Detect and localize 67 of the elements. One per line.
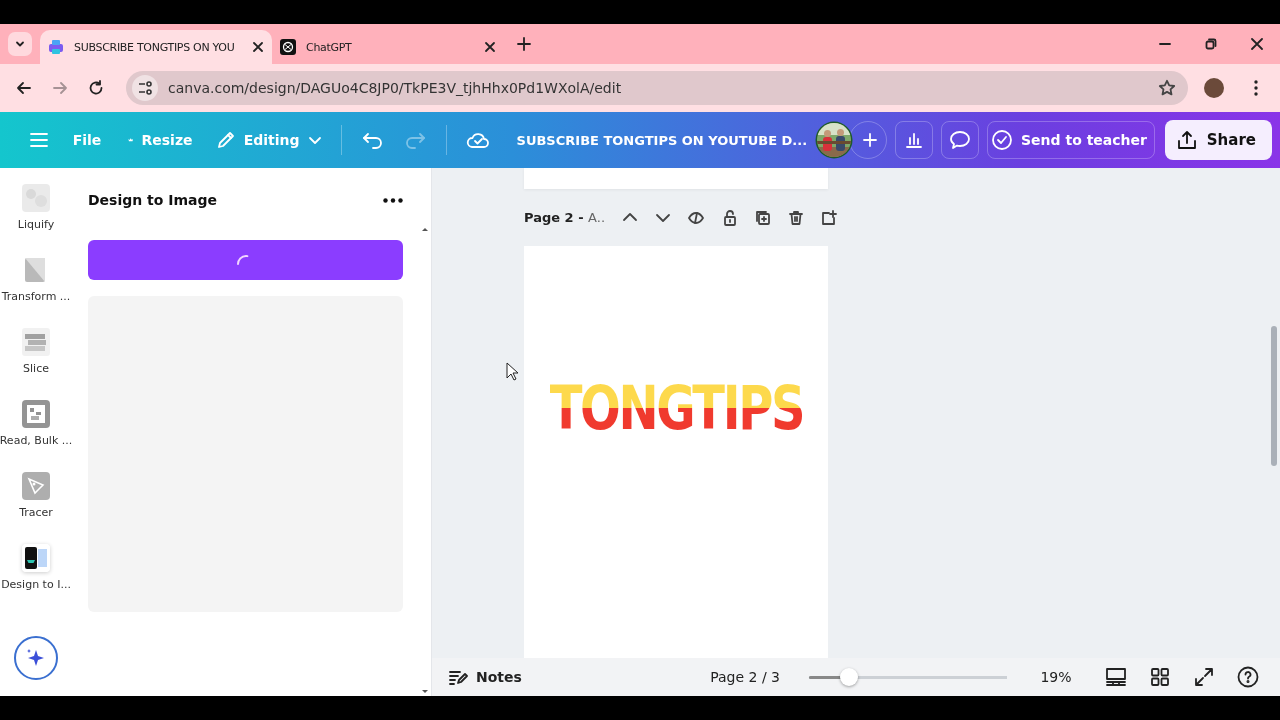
- expand-icon: [1194, 667, 1214, 687]
- forward-arrow-icon: [52, 80, 68, 96]
- close-icon: [1251, 38, 1263, 50]
- scroll-up-icon: [422, 228, 428, 231]
- app-item[interactable]: Liquify: [0, 182, 72, 254]
- app-item[interactable]: Transform ...: [0, 254, 72, 326]
- more-options-button[interactable]: [383, 197, 403, 203]
- close-icon: [252, 41, 264, 53]
- help-icon: [1237, 666, 1259, 688]
- browser-tab[interactable]: SUBSCRIBE TONGTIPS ON YOU: [40, 30, 272, 64]
- notes-icon: [448, 668, 468, 686]
- slider-thumb[interactable]: [839, 668, 858, 686]
- printer-icon: [48, 39, 64, 55]
- app-item[interactable]: Slice: [0, 326, 72, 398]
- duplicate-icon: [754, 209, 771, 226]
- send-to-teacher-button[interactable]: Send to teacher: [987, 121, 1155, 159]
- pencil-icon: [215, 130, 236, 150]
- restore-icon: [1205, 38, 1217, 50]
- scroll-down-icon: [422, 690, 428, 693]
- check-circle-icon: [991, 129, 1014, 151]
- comment-icon: [949, 130, 972, 150]
- reload-icon: [88, 80, 104, 96]
- cursor-icon: [506, 362, 519, 381]
- undo-icon: [361, 131, 384, 149]
- app-thumbnail-icon: [22, 328, 50, 356]
- plus-icon: [862, 132, 879, 148]
- insights-button[interactable]: [895, 121, 934, 159]
- back-arrow-icon: [16, 80, 32, 96]
- app-item[interactable]: Tracer: [0, 470, 72, 542]
- magic-assistant-button[interactable]: [14, 636, 58, 680]
- share-button[interactable]: Share: [1164, 120, 1272, 160]
- star-icon: [1158, 79, 1176, 97]
- page-title[interactable]: Page 2 - A..: [524, 210, 606, 225]
- scrollbar[interactable]: [1271, 326, 1277, 466]
- app-item[interactable]: Design to I...: [0, 542, 72, 614]
- panel-title: Design to Image: [88, 192, 218, 208]
- lock-icon: [721, 209, 738, 226]
- redo-icon: [403, 131, 426, 149]
- more-horizontal-icon: [383, 197, 403, 203]
- grid-icon: [1150, 667, 1170, 687]
- more-vertical-icon: [1254, 80, 1258, 96]
- app-thumbnail-icon: [22, 544, 50, 572]
- notes-button[interactable]: Notes: [448, 668, 522, 686]
- knot-logo-icon: [280, 39, 296, 55]
- add-page-icon: [821, 209, 838, 226]
- share-icon: [1176, 130, 1197, 150]
- tab-search-button[interactable]: [8, 32, 32, 56]
- plus-icon: [517, 37, 531, 51]
- design-title[interactable]: SUBSCRIBE TONGTIPS ON YOUTUBE D...: [516, 132, 808, 148]
- app-thumbnail-icon: [22, 472, 50, 500]
- trash-icon: [788, 209, 805, 226]
- page-indicator[interactable]: Page 2 / 3: [710, 669, 780, 685]
- comment-button[interactable]: [941, 121, 980, 159]
- app-item[interactable]: Read, Bulk ...: [0, 398, 72, 470]
- profile-avatar[interactable]: [1204, 78, 1224, 98]
- eye-icon: [688, 209, 705, 226]
- address-bar[interactable]: canva.com/design/DAGUo4C8JP0/TkPE3V_tjhHhx0Pd1WXolA/edit: [126, 71, 1188, 105]
- page-view-icon: [1105, 667, 1127, 687]
- browser-tab[interactable]: ChatGPT: [272, 30, 504, 64]
- site-settings-icon: [132, 75, 158, 101]
- app-thumbnail-icon: [22, 400, 50, 428]
- bar-chart-icon: [904, 130, 925, 150]
- close-icon: [484, 41, 496, 53]
- zoom-percent-button[interactable]: 19%: [1032, 669, 1080, 685]
- app-thumbnail-icon: [22, 184, 50, 212]
- menu-icon: [29, 130, 49, 150]
- cloud-check-icon: [465, 130, 490, 150]
